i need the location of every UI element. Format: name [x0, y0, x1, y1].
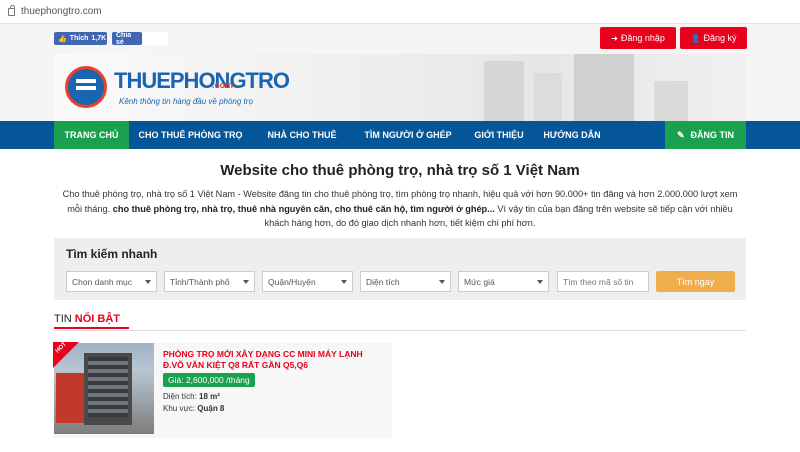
login-label: Đăng nhập [620, 33, 665, 43]
category-select[interactable]: Chọn danh mục [66, 271, 157, 292]
province-select[interactable]: Tỉnh/Thành phố [164, 271, 255, 292]
area-label: Diện tích: [163, 392, 200, 401]
section-divider [54, 330, 746, 331]
nav-item-houses[interactable]: NHÀ CHO THUÊ [252, 121, 352, 149]
thumbs-up-icon: 👍 [58, 35, 67, 43]
listing-code-input[interactable] [557, 271, 649, 292]
featured-title-prefix: TIN [54, 313, 75, 325]
featured-section-title: TIN NỔI BẬT [54, 313, 120, 325]
edit-icon: ✎ [676, 129, 685, 140]
nav-item-rent-rooms[interactable]: CHO THUÊ PHÒNG TRỌ [129, 121, 252, 149]
facebook-share-button[interactable]: Chia sẻ [112, 31, 142, 46]
search-button[interactable]: Tìm ngay [656, 271, 735, 292]
logo-name: THUEPHONGTRO [114, 68, 290, 93]
district-select[interactable]: Quận/Huyện [262, 271, 353, 292]
page-title: Website cho thuê phòng trọ, nhà trọ số 1… [220, 162, 580, 179]
intro-bold[interactable]: cho thuê phòng trọ, nhà trọ, thuê nhà ng… [113, 204, 495, 214]
sign-in-icon: ➜ [611, 33, 618, 43]
share-count-box [143, 32, 168, 45]
lock-icon [8, 4, 15, 16]
nav-item-home[interactable]: TRANG CHỦ [54, 121, 129, 149]
login-button[interactable]: ➜ Đăng nhập [600, 27, 676, 49]
district-select-label: Quận/Huyện [268, 276, 316, 287]
chevron-down-icon [341, 280, 347, 284]
facebook-like-button[interactable]: 👍 Thích 1,7K [54, 32, 107, 45]
logo-icon [65, 66, 107, 108]
district-value: Quận 8 [197, 404, 225, 413]
register-button[interactable]: 👤 Đăng ký [680, 27, 747, 49]
post-listing-button[interactable]: ✎ ĐĂNG TIN [665, 121, 746, 149]
share-label: Chia sẻ [116, 31, 132, 46]
browser-url-bar[interactable]: thuephongtro.com [0, 0, 800, 24]
intro-text: Cho thuê phòng trọ, nhà trọ số 1 Việt Na… [62, 187, 738, 231]
chevron-down-icon [243, 280, 249, 284]
user-plus-icon: 👤 [690, 33, 701, 43]
like-count: 1,7K [91, 35, 107, 42]
price-select[interactable]: Mức giá [458, 271, 549, 292]
district-label: Khu vực: [163, 404, 198, 413]
nav-item-guide[interactable]: HƯỚNG DẪN [534, 121, 610, 149]
chevron-down-icon [145, 280, 151, 284]
area-value: 18 m² [199, 392, 220, 401]
nav-item-about[interactable]: GIỚI THIỆU [464, 121, 534, 149]
quick-search-title: Tìm kiếm nhanh [66, 247, 158, 261]
area-select-label: Diện tích [366, 276, 400, 287]
listing-price: Giá: 2,600,000 /tháng [163, 373, 255, 387]
listing-district: Khu vực: Quận 8 [163, 404, 224, 413]
price-select-label: Mức giá [464, 276, 495, 287]
featured-title-highlight: NỔI BẬT [74, 313, 121, 325]
logo-slogan: Kênh thông tin hàng đầu về phòng trọ [119, 97, 253, 106]
listing-area: Diện tích: 18 m² [163, 392, 220, 401]
province-select-label: Tỉnh/Thành phố [170, 276, 230, 287]
listing-title[interactable]: PHÒNG TRỌ MỚI XÂY DẠNG CC MINI MÁY LẠNH … [163, 349, 383, 371]
nav-item-roommates[interactable]: TÌM NGƯỜI Ở GHÉP [352, 121, 464, 149]
url-text[interactable]: thuephongtro.com [21, 6, 102, 17]
logo-tld: .com [212, 80, 234, 90]
post-listing-label: ĐĂNG TIN [690, 130, 735, 140]
chevron-down-icon [537, 280, 543, 284]
register-label: Đăng ký [703, 33, 737, 43]
section-underline [54, 327, 129, 329]
category-select-label: Chọn danh mục [72, 276, 133, 287]
like-label: Thích [69, 35, 89, 42]
chevron-down-icon [439, 280, 445, 284]
area-select[interactable]: Diện tích [360, 271, 451, 292]
